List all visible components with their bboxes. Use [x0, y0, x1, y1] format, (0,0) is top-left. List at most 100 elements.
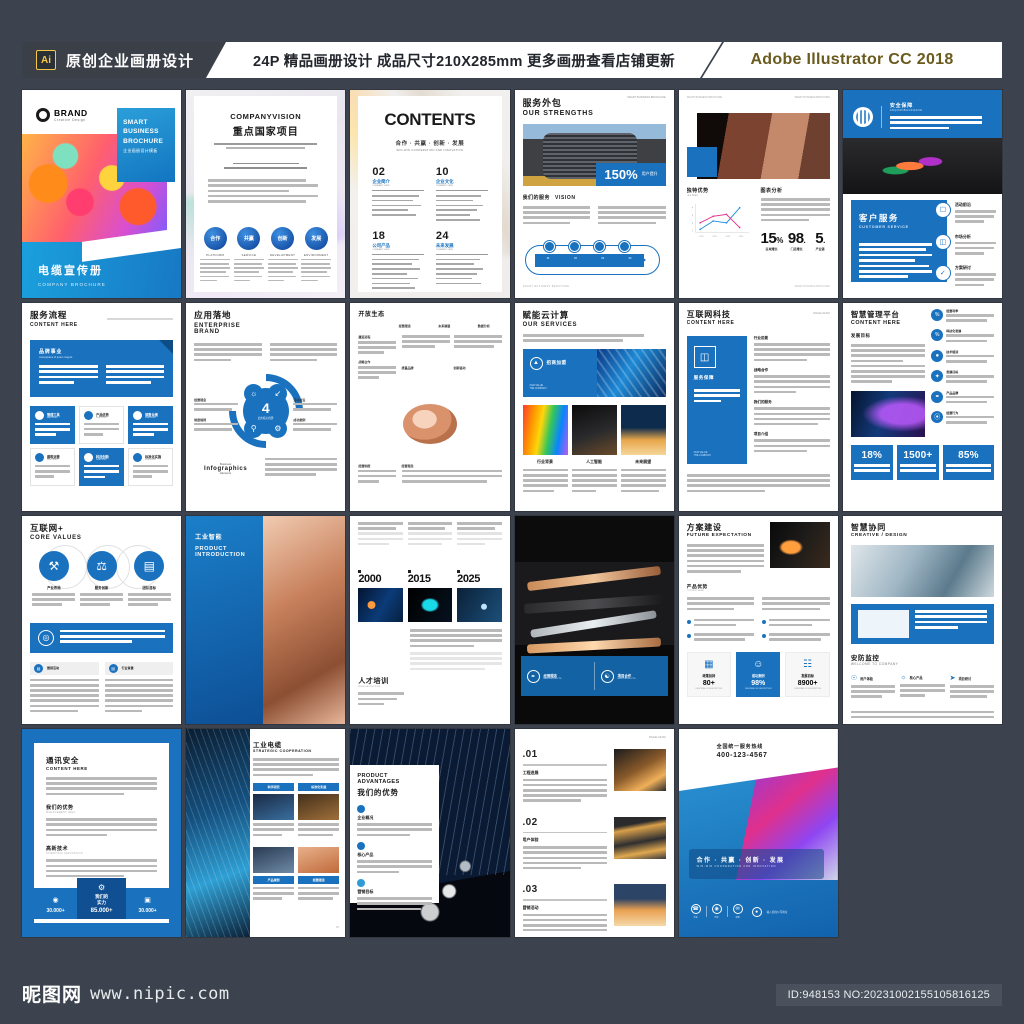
page-thumb-product-introduction[interactable]: 工业智能 PRODUCT INTRODUCTION [186, 516, 346, 724]
pa-item[interactable]: 核心产品 [357, 842, 433, 874]
bc-contact[interactable]: ✉ 邮箱 [732, 904, 743, 919]
page-thumb-cable-photo[interactable]: ⚭ 经营理念 NEW PRODUCTS ☯ 项目合作 NEW PRODUCTS [514, 516, 674, 724]
sm-list-item[interactable]: ● 技术培训 [931, 349, 994, 365]
page-thumb-company-vision[interactable]: COMPANYVISION 重点国家项目 合作 PLATFORM 共赢 SERV… [186, 90, 346, 298]
cv-item[interactable]: ⚒ 产业布局 [32, 551, 76, 609]
page-thumb-cover[interactable]: BRAND Creative Design SMART BUSINESS BRO… [22, 90, 182, 298]
sm-list-item[interactable]: ⚭ 产品品牌 [931, 390, 994, 406]
page-thumb-our-services[interactable]: 赋能云计算 OUR SERVICES ▲ 招商加盟 OUR VALUE THE … [514, 303, 674, 511]
sc-item[interactable]: ➤ 项目研讨 [949, 674, 994, 701]
bc-slogan-en: WIN-WIN COOPERATION AND INNOVATION [696, 865, 777, 868]
sp-title-en: CONTENT HERE [30, 322, 78, 328]
page-thumb-our-strengths[interactable]: 服务外包 OUR STRENGTHS SMART BUSINESS BROCHU… [514, 90, 674, 298]
bc-contact[interactable]: ◉ 网址 [711, 904, 722, 919]
page-thumb-core-values[interactable]: 互联网+ CORE VALUES ⚒ 产业布局 ⚖ 服务创新 ▤ 团队目标 ◎ … [22, 516, 182, 724]
page-thumb-development-ecology[interactable]: 开放生态 经营理念 未来展望 数据分析 建造进程 战略合作 质量品牌 创新驱动 … [350, 303, 510, 511]
fe-title-cn: 方案建设 [686, 523, 722, 532]
ns-entry[interactable]: .02 用户体验 [522, 816, 666, 873]
contents-entry[interactable]: 18 公司产品 COMPANY VIEW [372, 230, 424, 292]
page-thumb-smart-management[interactable]: 智慧管理平台 CONTENT HERE 发展目标 % 经营利率 % 科技化发展 … [842, 303, 1002, 511]
os-thumb-block[interactable]: 未来展望 [620, 404, 666, 495]
vision-pillar[interactable]: 合作 PLATFORM [200, 226, 231, 284]
pa-item[interactable]: 营销目标 [357, 879, 433, 911]
contents-entry-en: COMPANY VIEW [372, 248, 390, 251]
sm-list-item[interactable]: ⦿ 经营行为 [931, 410, 994, 426]
page-thumb-smart-collaboration[interactable]: 智慧协同 CREATIVE / DESIGN 安防监控 WELCOME TO C… [842, 516, 1002, 724]
ns-entry-photo [613, 884, 666, 927]
contents-subtitle-en: WIN-WIN COOPERATION AND INNOVATION [396, 149, 464, 152]
os-title-cn: 赋能云计算 [522, 310, 570, 320]
page-thumb-numbered-sections[interactable]: PAGE-01/02 .01 工程进展 .02 用户体验 .03 营销活动 [514, 729, 674, 937]
fe-card[interactable]: ☷ 发展目标 8900+ DESCRIBE OR DESCRIPTION [785, 652, 830, 698]
vision-title-en: COMPANYVISION [230, 112, 302, 121]
cv-sub-header: ▤ 营销活动 [30, 661, 99, 675]
cv-item[interactable]: ▤ 团队目标 [127, 551, 171, 609]
contents-entry[interactable]: 10 企业文化 COMPANY VIEW [435, 166, 488, 224]
timeline-item[interactable]: 2000 [358, 569, 403, 622]
page-thumb-industrial-cable[interactable]: 工业电缆 STRATEGIC COOPERATION 科学研究 标准化实施 产品… [186, 729, 346, 937]
cs-item[interactable]: ✓ 方案研讨 [934, 265, 996, 289]
cs-item[interactable]: ◫ 市场分析 [934, 233, 996, 258]
vision-pillar[interactable]: 发展 ENVIRONMENT [301, 226, 332, 284]
fe-card-label: 成功案例 [751, 674, 765, 679]
sp-card[interactable]: 管理工具 FEATURES [30, 405, 76, 444]
fe-photo [769, 522, 830, 568]
vision-pillar[interactable]: 创新 DEVELOPMENT [267, 226, 298, 284]
os-thumb-image [620, 404, 666, 455]
page-thumb-service-process[interactable]: 服务流程 CONTENT HERE 品牌事业 consequatur id qu… [22, 303, 182, 511]
sc-item[interactable]: ☼ 核心产品 [900, 674, 945, 701]
pa-item[interactable]: 企业概况 [357, 805, 433, 837]
ns-entry[interactable]: .01 工程进展 [522, 749, 666, 805]
sp-card[interactable]: 产品优势 FEATURES [79, 405, 125, 444]
contents-entry[interactable]: 24 未来发展 COMPANY VIEW [435, 230, 488, 292]
page-thumb-contents[interactable]: CONTENTS 合作 · 共赢 · 创新 · 发展 WIN-WIN COOPE… [350, 90, 510, 298]
team-icon: ▤ [134, 551, 165, 581]
cs-item-label: 方案研讨 [954, 265, 971, 271]
sm-list-item[interactable]: ✦ 发展目标 [931, 370, 994, 385]
page-thumb-line-chart[interactable]: SMART BUSINESS BROCHURE SMART BUSINESS B… [678, 90, 838, 298]
bc-contact[interactable]: ● [751, 906, 762, 917]
cv-item[interactable]: ⚖ 服务创新 [80, 551, 124, 609]
fe-card[interactable]: ▦ 政策扶持 80+ DESCRIBE OR DESCRIPTION [686, 652, 732, 698]
os-thumb-block[interactable]: 人工智能 [571, 404, 617, 495]
chart-stat-value: 15 [760, 230, 777, 248]
ns-entry-photo [613, 749, 666, 791]
cs-item-label: 市场分析 [954, 233, 971, 239]
sc-item[interactable]: ☉ 用户体验 [850, 674, 896, 701]
contents-entry[interactable]: 02 企业简介 COMPANY VIEW [372, 166, 424, 224]
cover-badge-cn: 企业画册设计模板 [123, 148, 158, 154]
page-thumb-customer-service[interactable]: 安全保障 ANQUANBAOZHANG 客户服务 CUSTOMER SERVIC… [842, 90, 1002, 298]
pi-photo [259, 516, 346, 724]
fe-card[interactable]: ☺ 成功案例 98% DESCRIBE OR DESCRIPTION [736, 652, 781, 698]
eb-foot-en-3: · Elements · [218, 471, 233, 475]
sm-list-item[interactable]: % 经营利率 [931, 309, 994, 324]
vision-pillar[interactable]: 共赢 SERVICE [233, 226, 264, 284]
sp-card[interactable]: 科技创新 FEATURES [79, 447, 125, 486]
page-thumb-internet-technology[interactable]: 互联网科技 CONTENT HERE PAGE 01/02 ◫ 服务保障 OUR… [678, 303, 838, 511]
page-thumb-communication-security[interactable]: 通讯安全 CONTENT HERE 我们的优势 MANAGEMENT IDEA … [22, 729, 182, 937]
page-thumb-enterprise-brand[interactable]: 应用落地 ENTERPRISE BRAND 4 四大核心优势 ☼ ↙ ⚲ ⚙ 经… [186, 303, 346, 511]
chart-icon: ◫ [934, 233, 951, 250]
it-band-cn: 服务保障 [693, 375, 715, 380]
sp-card-cn: 管理工具 [47, 412, 60, 417]
sm-list-item[interactable]: % 科技化发展 [931, 329, 994, 344]
phone-icon: ☎ [690, 904, 701, 914]
timeline-item[interactable]: 2015 [407, 569, 453, 622]
page-thumb-product-advantages[interactable]: PRODUCT ADVANTAGES 我们的优势 企业概况 核心产品 营销目标 [350, 729, 510, 937]
page-thumb-timeline[interactable]: 2000 2015 2025 人才培训 RENCAIPEIXUN [350, 516, 510, 724]
page-thumb-future-expectation[interactable]: 方案建设 FUTURE EXPECTATION 产品优势 CONTENT HER… [678, 516, 838, 724]
sp-card[interactable]: 销售业绩 FEATURES [128, 405, 174, 444]
cs-item[interactable]: ☐ 活动前沿 [934, 202, 996, 226]
sp-card[interactable]: 建筑运营 FEATURES [30, 447, 76, 486]
cs-photo [842, 138, 1002, 194]
sp-card[interactable]: 标准化实施 FEATURES [128, 447, 174, 486]
bc-contact[interactable]: ☎ 电话 [690, 904, 701, 919]
ic-item-label: 科学研究 [253, 783, 295, 792]
timeline-item[interactable]: 2025 [457, 569, 502, 622]
ns-entry[interactable]: .03 营销活动 [522, 884, 666, 931]
os-thumb-block[interactable]: 行业背景 [522, 404, 568, 495]
page-thumb-back-cover[interactable]: 全国统一服务热线 400-123-4567 合作 · 共赢 · 创新 · 发展 … [678, 729, 838, 937]
de-col-label: 数据分析 [477, 324, 490, 328]
mail-icon: ✉ [732, 904, 743, 914]
sm-list-label: 技术培训 [946, 349, 959, 354]
